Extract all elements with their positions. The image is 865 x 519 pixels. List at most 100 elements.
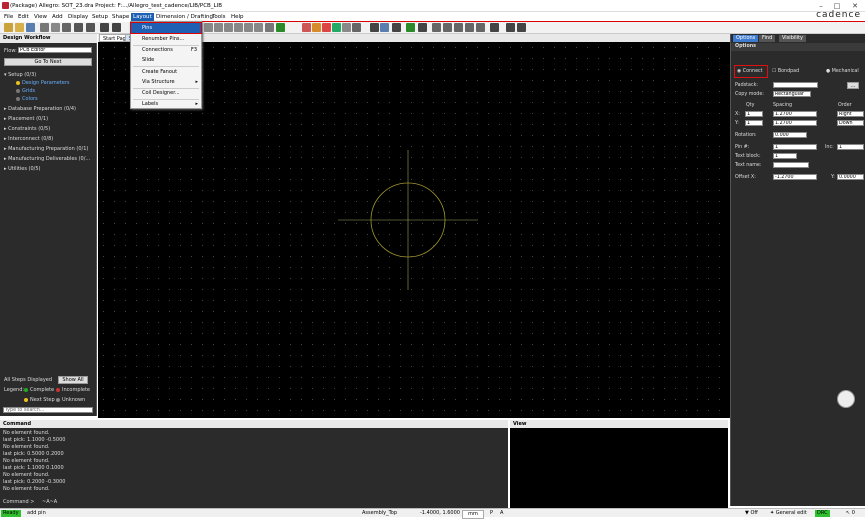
menu-help[interactable]: Help bbox=[229, 13, 246, 21]
grid-icon[interactable] bbox=[342, 23, 351, 32]
undo-icon[interactable] bbox=[74, 23, 83, 32]
zoom-fit-icon[interactable] bbox=[204, 23, 213, 32]
inc-input[interactable]: 1 bbox=[837, 144, 864, 150]
substep-design-parameters[interactable]: Design Parameters bbox=[16, 80, 69, 86]
offset-y-input[interactable]: 0.0000 bbox=[837, 174, 864, 180]
menu-item-coil-designer[interactable]: Coil Designer... bbox=[131, 88, 201, 98]
drc-status[interactable]: DRC bbox=[815, 510, 830, 517]
text-icon[interactable] bbox=[418, 23, 427, 32]
zoom-world-icon[interactable] bbox=[234, 23, 243, 32]
step-utilities[interactable]: ▸ Utilities (0/5) bbox=[4, 166, 40, 172]
edit-icon[interactable] bbox=[112, 23, 121, 32]
step-setup[interactable]: ▾ Setup (0/3) bbox=[4, 72, 36, 78]
menu-item-connections[interactable]: Connections F3 bbox=[131, 45, 201, 55]
step-placement[interactable]: ▸ Placement (0/1) bbox=[4, 116, 48, 122]
status-a[interactable]: A bbox=[500, 510, 503, 517]
copy-icon[interactable] bbox=[51, 23, 60, 32]
go-to-next-button[interactable]: Go To Next bbox=[4, 58, 92, 66]
menu-view[interactable]: View bbox=[32, 13, 49, 21]
workflow-search-input[interactable]: Type to search... bbox=[3, 407, 93, 413]
step-interconnect[interactable]: ▸ Interconnect (0/8) bbox=[4, 136, 53, 142]
show-element-icon[interactable] bbox=[370, 23, 379, 32]
y-qty-input[interactable]: 1 bbox=[745, 120, 763, 126]
command-input[interactable]: ~A~A bbox=[42, 499, 502, 505]
menu-add[interactable]: Add bbox=[50, 13, 65, 21]
menu-edit[interactable]: Edit bbox=[16, 13, 31, 21]
step-constraints[interactable]: ▸ Constraints (0/5) bbox=[4, 126, 50, 132]
copy-mode-select[interactable]: Rectangular bbox=[773, 91, 811, 97]
bondpad-checkbox[interactable]: ☐ Bondpad bbox=[772, 69, 799, 74]
menu-item-slide[interactable]: Slide bbox=[131, 55, 201, 65]
general-edit-status[interactable]: ✦ General edit bbox=[770, 510, 807, 517]
save-icon[interactable] bbox=[26, 23, 35, 32]
mirror-icon[interactable] bbox=[465, 23, 474, 32]
redo-icon[interactable] bbox=[86, 23, 95, 32]
menu-shape[interactable]: Shape bbox=[110, 13, 131, 21]
x-order-select[interactable]: Right bbox=[837, 111, 864, 117]
menu-item-create-fanout[interactable]: Create Fanout bbox=[131, 67, 201, 77]
text-block-spinner[interactable]: 1 bbox=[773, 153, 797, 159]
menu-item-labels[interactable]: Labels ▸ bbox=[131, 99, 201, 109]
zoom-center-icon[interactable] bbox=[244, 23, 253, 32]
step-manufacturing-preparation[interactable]: ▸ Manufacturing Preparation (0/1) bbox=[4, 146, 88, 152]
menu-file[interactable]: File bbox=[2, 13, 15, 21]
avatar[interactable] bbox=[837, 390, 855, 408]
measure-icon[interactable] bbox=[380, 23, 389, 32]
shadow-icon[interactable] bbox=[312, 23, 321, 32]
drc-icon[interactable] bbox=[490, 23, 499, 32]
move-icon[interactable] bbox=[454, 23, 463, 32]
zoom-previous-icon[interactable] bbox=[254, 23, 263, 32]
pin-icon[interactable] bbox=[100, 23, 109, 32]
padstack-input[interactable] bbox=[773, 82, 818, 88]
y-spacing-input[interactable]: 1.2700 bbox=[773, 120, 817, 126]
status-layer[interactable]: Assembly_Top bbox=[362, 510, 397, 517]
units-select[interactable]: mm bbox=[462, 510, 484, 519]
menu-item-via-structure[interactable]: Via Structure ▸ bbox=[131, 77, 201, 87]
place-icon[interactable] bbox=[443, 23, 452, 32]
open-icon[interactable] bbox=[15, 23, 24, 32]
substep-grids[interactable]: Grids bbox=[16, 88, 35, 94]
menu-item-renumber-pins[interactable]: Renumber Pins... bbox=[131, 34, 201, 44]
text-name-select[interactable] bbox=[773, 162, 809, 168]
flow-select[interactable]: PCB Editor bbox=[18, 47, 92, 53]
filter-icon[interactable]: ▼ Off bbox=[745, 510, 758, 517]
mechanical-checkbox[interactable]: ● Mechanical bbox=[826, 69, 859, 74]
zoom-out-icon[interactable] bbox=[224, 23, 233, 32]
step-manufacturing-deliverables[interactable]: ▸ Manufacturing Deliverables (0/... bbox=[4, 156, 90, 162]
color-icon[interactable] bbox=[302, 23, 311, 32]
offset-x-input[interactable]: -1.2700 bbox=[773, 174, 817, 180]
status-p[interactable]: P bbox=[490, 510, 493, 517]
tab-options[interactable]: Options bbox=[733, 35, 759, 42]
connect-radio[interactable]: ◉ Connect bbox=[737, 69, 763, 74]
menu-item-pins[interactable]: Pins bbox=[130, 22, 202, 34]
substep-colors[interactable]: Colors bbox=[16, 96, 38, 102]
show-all-button[interactable]: Show All bbox=[58, 376, 88, 384]
y-order-select[interactable]: Down bbox=[837, 120, 864, 126]
new-icon[interactable] bbox=[4, 23, 13, 32]
report-icon[interactable] bbox=[392, 23, 401, 32]
pin-number-input[interactable]: 1 bbox=[773, 144, 817, 150]
layer-icon[interactable] bbox=[322, 23, 331, 32]
menu-layout[interactable]: Layout bbox=[131, 13, 154, 21]
padstack-browse-button[interactable]: … bbox=[847, 82, 859, 89]
shape-icon[interactable] bbox=[432, 23, 441, 32]
delete-icon[interactable] bbox=[62, 23, 71, 32]
step-database-preparation[interactable]: ▸ Database Preparation (0/4) bbox=[4, 106, 76, 112]
menu-display[interactable]: Display bbox=[66, 13, 90, 21]
x-spacing-input[interactable]: 1.2700 bbox=[773, 111, 817, 117]
rotation-select[interactable]: 0.000 bbox=[773, 132, 807, 138]
menu-tools[interactable]: Tools bbox=[210, 13, 228, 21]
x-qty-input[interactable]: 1 bbox=[745, 111, 763, 117]
visibility-icon[interactable] bbox=[332, 23, 341, 32]
zoom-in-icon[interactable] bbox=[214, 23, 223, 32]
3d-view-icon[interactable] bbox=[276, 23, 285, 32]
flip-icon[interactable] bbox=[352, 23, 361, 32]
tab-find[interactable]: Find bbox=[759, 35, 776, 42]
spin-icon[interactable] bbox=[476, 23, 485, 32]
menu-dimension[interactable]: Dimension / Drafting bbox=[154, 13, 215, 21]
cut-icon[interactable] bbox=[40, 23, 49, 32]
script-icon[interactable] bbox=[506, 23, 515, 32]
view-icon[interactable] bbox=[517, 23, 526, 32]
menu-setup[interactable]: Setup bbox=[90, 13, 110, 21]
tab-visibility[interactable]: Visibility bbox=[779, 35, 806, 42]
